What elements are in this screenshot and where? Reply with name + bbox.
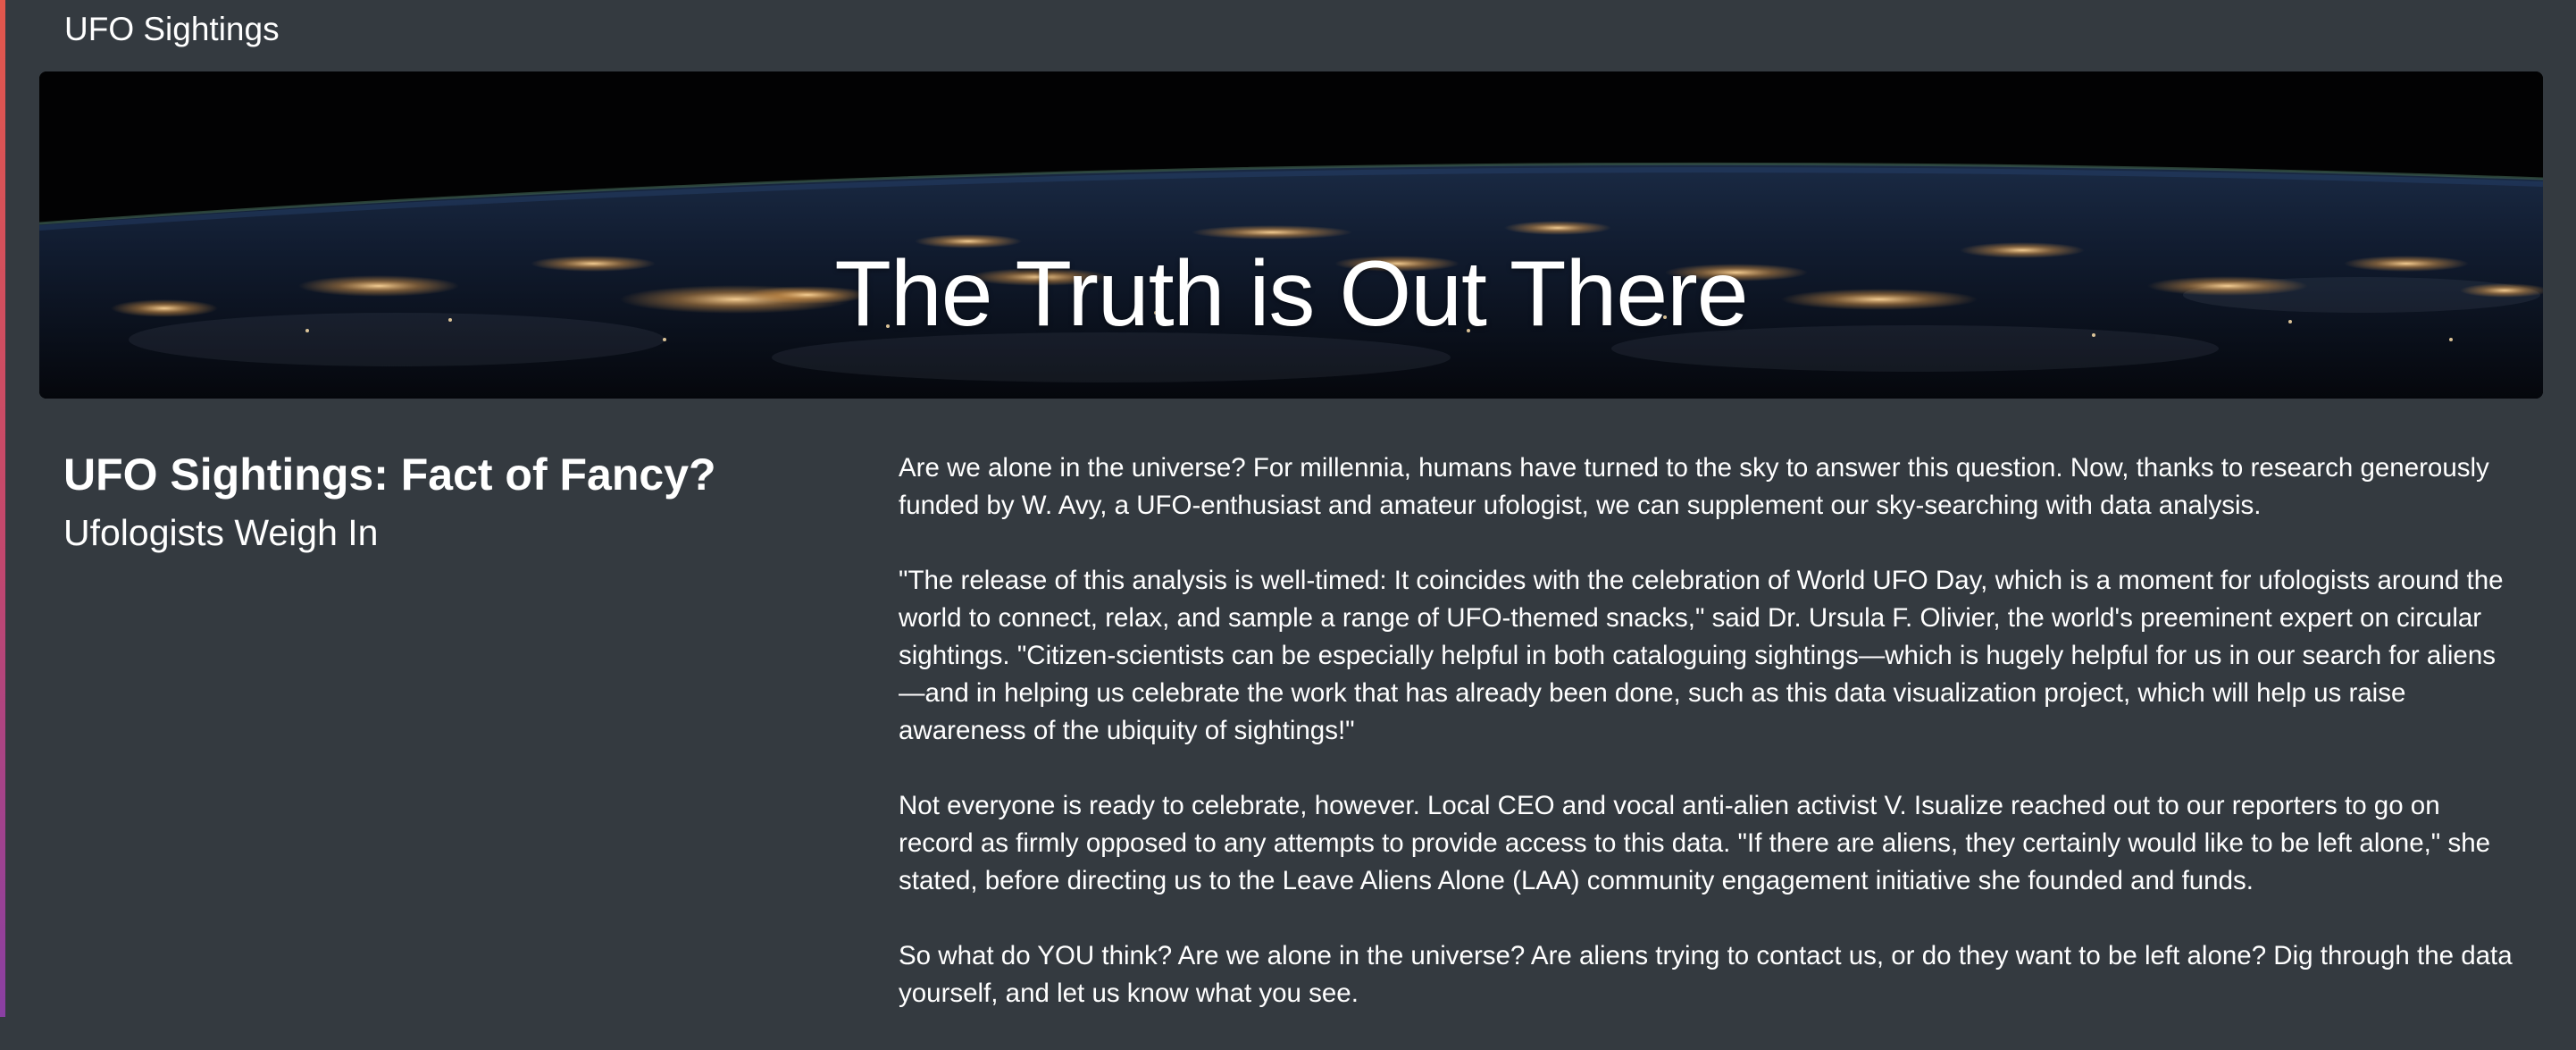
hero-title: The Truth is Out There — [834, 242, 1748, 346]
earth-night-image — [39, 71, 2543, 399]
article-heading: UFO Sightings: Fact of Fancy? Ufologists… — [63, 447, 849, 560]
article-body: Are we alone in the universe? For millen… — [899, 449, 2515, 1050]
article-paragraph: Are we alone in the universe? For millen… — [899, 453, 2489, 520]
heading-subtitle: Ufologists Weigh In — [63, 512, 379, 553]
navbar-brand[interactable]: UFO Sightings — [64, 13, 280, 46]
article-paragraph: Not everyone is ready to celebrate, howe… — [899, 791, 2491, 895]
hero-banner: The Truth is Out There — [39, 71, 2543, 399]
article-paragraph: So what do YOU think? Are we alone in th… — [899, 941, 2513, 1008]
article-heading-column: UFO Sightings: Fact of Fancy? Ufologists… — [63, 447, 849, 560]
heading-main: UFO Sightings: Fact of Fancy? — [63, 449, 716, 500]
navbar: UFO Sightings — [64, 7, 280, 50]
article-paragraph: "The release of this analysis is well-ti… — [899, 566, 2504, 745]
left-edge-accent — [0, 0, 5, 1017]
